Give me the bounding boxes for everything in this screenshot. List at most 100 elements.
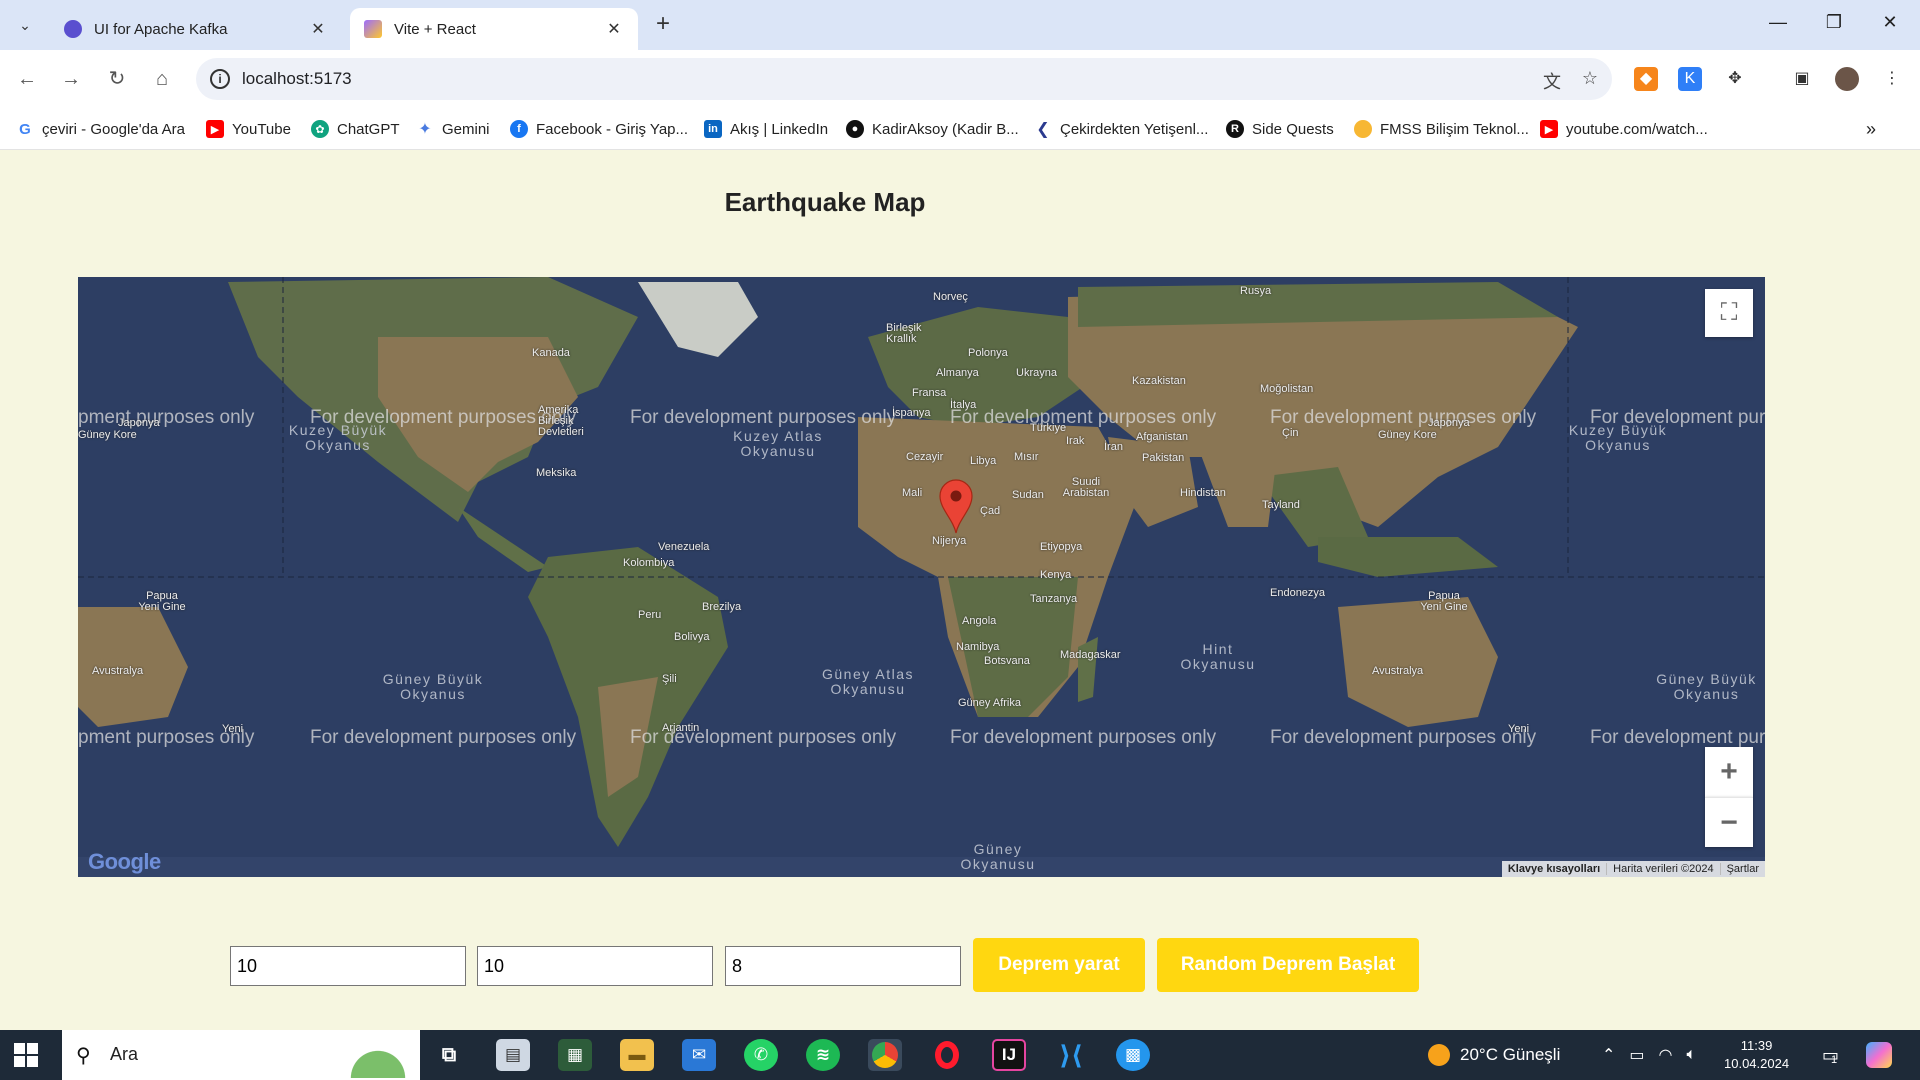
volume-icon[interactable]: 🔈︎ — [1687, 1046, 1697, 1064]
clock[interactable]: 11:39 10.04.2024 — [1724, 1030, 1789, 1080]
zoom-out-button[interactable]: − — [1705, 797, 1753, 847]
google-logo[interactable]: Google — [88, 849, 161, 875]
profile-avatar[interactable] — [1835, 67, 1859, 91]
more-bookmarks-chevron-icon[interactable]: » — [1866, 108, 1876, 150]
extensions-puzzle-icon[interactable]: ✥ — [1723, 67, 1747, 91]
whatsapp-icon[interactable]: ✆ — [744, 1039, 778, 1071]
side-panel-icon[interactable]: ▣ — [1790, 67, 1814, 91]
map-watermark: For development purposes only — [630, 407, 897, 428]
file-explorer-icon[interactable]: ▬ — [620, 1039, 654, 1071]
k-extension-icon[interactable]: K — [1678, 67, 1702, 91]
longitude-input[interactable] — [477, 946, 713, 986]
close-window-button[interactable]: ✕ — [1870, 12, 1910, 33]
new-tab-button[interactable]: + — [650, 12, 676, 38]
bookmark-side-quests[interactable]: R Side Quests — [1226, 108, 1334, 150]
country-label: Meksika — [536, 467, 577, 479]
earthquake-map[interactable]: pment purposes only For development purp… — [78, 277, 1765, 877]
map-watermark: For development purposes only — [1270, 727, 1537, 748]
vite-favicon-icon — [364, 20, 382, 38]
country-label: Etiyopya — [1040, 541, 1083, 553]
tab-search-button[interactable]: ⌄ — [10, 10, 40, 40]
bookmark-fmss[interactable]: FMSS Bilişim Teknol... — [1354, 108, 1529, 150]
browser-toolbar: ← → ↻ ⌂ i localhost:5173 文 ☆ ◆ K ✥ ▣ ⋮ — [0, 50, 1920, 108]
bookmark-label: FMSS Bilişim Teknol... — [1380, 120, 1529, 138]
bookmark-linkedin[interactable]: in Akış | LinkedIn — [704, 108, 828, 150]
intellij-icon[interactable]: IJ — [992, 1039, 1026, 1071]
opera-icon[interactable] — [930, 1039, 964, 1071]
country-label: İran — [1104, 441, 1123, 453]
bookmark-chatgpt[interactable]: ✿ ChatGPT — [311, 108, 400, 150]
taskbar-search-box[interactable]: ⚲ Ara — [62, 1030, 420, 1080]
country-label: Nijerya — [932, 535, 967, 547]
restore-button[interactable]: ❐ — [1814, 12, 1854, 33]
create-earthquake-button[interactable]: Deprem yarat — [973, 938, 1145, 992]
calculator-icon[interactable]: ▦ — [558, 1039, 592, 1071]
country-label: Tanzanya — [1030, 593, 1078, 605]
spotify-icon[interactable]: ≋ — [806, 1039, 840, 1071]
weather-widget[interactable]: 20°C Güneşli — [1428, 1030, 1560, 1080]
bookmark-label: youtube.com/watch... — [1566, 120, 1708, 138]
country-label: Yeni — [1508, 723, 1530, 735]
keyboard-shortcuts-link[interactable]: Klavye kısayolları — [1502, 863, 1606, 875]
bookmark-youtube-watch[interactable]: ▶ youtube.com/watch... — [1540, 108, 1708, 150]
site-info-icon[interactable]: i — [210, 69, 230, 89]
bookmark-facebook[interactable]: f Facebook - Giriş Yap... — [510, 108, 688, 150]
home-button[interactable]: ⌂ — [147, 64, 177, 94]
map-watermark: For development pur — [1590, 727, 1765, 748]
mail-icon[interactable]: ✉ — [682, 1039, 716, 1071]
address-url[interactable]: localhost:5173 — [242, 69, 352, 89]
zoom-in-button[interactable]: + — [1705, 747, 1753, 797]
translate-icon[interactable]: 文 — [1540, 68, 1564, 92]
bookmark-star-icon[interactable]: ☆ — [1578, 68, 1602, 92]
country-label: Irak — [1066, 435, 1085, 447]
country-label: Çin — [1282, 427, 1299, 439]
copilot-icon[interactable] — [1866, 1030, 1892, 1080]
fullscreen-button[interactable]: ⛶ — [1705, 289, 1753, 337]
magnitude-input[interactable] — [725, 946, 961, 986]
windows-start-icon[interactable] — [14, 1043, 38, 1067]
tab-close-icon[interactable]: ✕ — [604, 19, 624, 39]
bookmark-ceviri[interactable]: G çeviri - Google'da Ara — [16, 108, 185, 150]
metamask-extension-icon[interactable]: ◆ — [1634, 67, 1658, 91]
random-earthquake-button[interactable]: Random Deprem Başlat — [1157, 938, 1419, 992]
address-bar[interactable]: i localhost:5173 文 ☆ — [196, 58, 1612, 100]
country-label: Arjantin — [662, 722, 700, 734]
country-label: Almanya — [936, 367, 979, 379]
search-icon: ⚲ — [76, 1045, 91, 1067]
vscode-icon[interactable]: ⟩⟨ — [1054, 1039, 1088, 1071]
forward-button[interactable]: → — [56, 64, 86, 94]
tab-kafka-ui[interactable]: UI for Apache Kafka ✕ — [50, 8, 342, 50]
country-label: Güney Afrika — [958, 697, 1021, 709]
wifi-icon[interactable]: ◠ — [1659, 1045, 1673, 1065]
map-watermark: For development purposes only — [310, 727, 577, 748]
bookmark-gemini[interactable]: ✦ Gemini — [416, 108, 489, 150]
task-view-icon[interactable]: ⧉ — [432, 1039, 466, 1071]
back-button[interactable]: ← — [12, 64, 42, 94]
latitude-input[interactable] — [230, 946, 466, 986]
bookmark-youtube[interactable]: ▶ YouTube — [206, 108, 291, 150]
tab-title: Vite + React — [394, 20, 476, 38]
country-label: Libya — [970, 455, 997, 467]
country-label: İtalya — [950, 399, 977, 411]
docker-icon[interactable]: ▩ — [1116, 1039, 1150, 1071]
bookmark-cekirdek[interactable]: ❮ Çekirdekten Yetişenl... — [1034, 108, 1208, 150]
clock-date: 10.04.2024 — [1724, 1056, 1790, 1071]
country-label: Çad — [980, 505, 1001, 517]
menu-dots-icon[interactable]: ⋮ — [1880, 67, 1904, 91]
remote-desktop-icon[interactable]: ▤ — [496, 1039, 530, 1071]
chrome-icon[interactable] — [868, 1039, 902, 1071]
tab-close-icon[interactable]: ✕ — [308, 19, 328, 39]
bookmark-github[interactable]: ● KadirAksoy (Kadir B... — [846, 108, 1019, 150]
tray-chevron-up-icon[interactable]: ⌃ — [1602, 1045, 1615, 1065]
country-label: Avustralya — [1372, 665, 1424, 677]
minimize-button[interactable]: — — [1758, 12, 1798, 33]
notifications-icon[interactable]: ▭ 1 — [1822, 1030, 1839, 1080]
reload-button[interactable]: ↻ — [102, 64, 132, 94]
github-icon: ● — [846, 120, 864, 138]
terms-link[interactable]: Şartlar — [1719, 863, 1765, 875]
battery-icon[interactable]: ▭ — [1629, 1045, 1644, 1065]
earthquake-marker-icon[interactable] — [938, 479, 974, 535]
tab-vite-react[interactable]: Vite + React ✕ — [350, 8, 638, 50]
country-label: Brezilya — [702, 601, 742, 613]
weather-text: 20°C Güneşli — [1460, 1045, 1561, 1064]
